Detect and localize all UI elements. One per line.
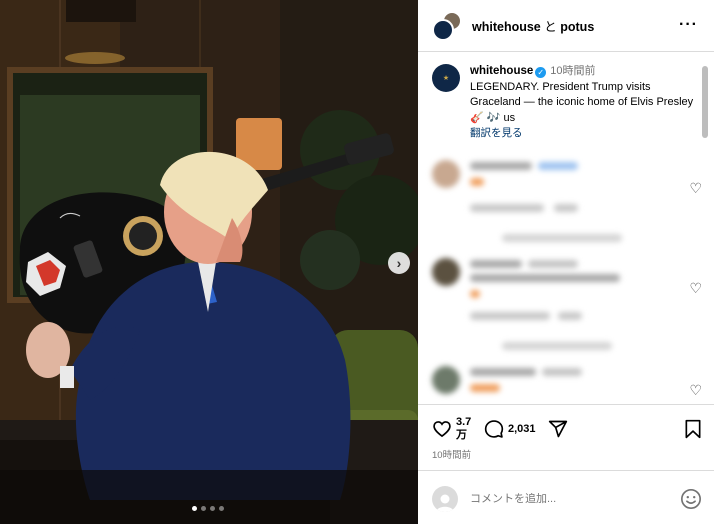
- like-count-unit: 万: [456, 429, 467, 441]
- post-caption: ★ whitehouse ✓ 10時間前 LEGENDARY. President …: [432, 64, 702, 142]
- divider: [418, 404, 714, 405]
- commenter-avatar: [432, 366, 460, 394]
- list-item: ♡: [432, 156, 702, 246]
- bookmark-action: [684, 419, 702, 444]
- divider: [418, 470, 714, 471]
- caption-time: 10時間前: [550, 65, 596, 77]
- post-photo[interactable]: ›: [0, 0, 418, 524]
- comment-like-icon[interactable]: ♡: [689, 180, 702, 197]
- carousel-dot: [219, 506, 224, 511]
- carousel-dots: [192, 506, 224, 511]
- comment-count[interactable]: 2,031: [508, 423, 536, 435]
- caption-body: whitehouse ✓ 10時間前 LEGENDARY. President Tr…: [470, 64, 702, 142]
- comments-list: ♡ ♡ ♡: [418, 150, 714, 402]
- add-comment-bar: [432, 484, 702, 514]
- default-avatar-icon: [436, 494, 454, 512]
- carousel-dot-active: [192, 506, 197, 511]
- comment-action: 2,031: [484, 419, 536, 439]
- commenter-avatar: [432, 160, 460, 188]
- caption-avatar[interactable]: ★: [432, 64, 460, 92]
- header-user-1[interactable]: whitehouse: [472, 20, 541, 34]
- comment-like-icon[interactable]: ♡: [689, 280, 702, 297]
- comments-scrollbar[interactable]: [702, 66, 708, 138]
- carousel-dot: [201, 506, 206, 511]
- header-user-2[interactable]: potus: [560, 20, 594, 34]
- next-image-button[interactable]: ›: [388, 252, 410, 274]
- comment-input[interactable]: [470, 493, 660, 505]
- carousel-dot: [210, 506, 215, 511]
- bookmark-icon[interactable]: [684, 419, 702, 439]
- like-count-value: 3.7: [456, 416, 472, 428]
- comment-like-icon[interactable]: ♡: [689, 382, 702, 399]
- post-side-panel: whitehouse と potus ··· ★ whitehouse ✓ 10時間…: [418, 0, 714, 524]
- heart-icon[interactable]: [432, 419, 452, 439]
- post-header: whitehouse と potus ···: [418, 0, 714, 52]
- share-action: [548, 419, 572, 439]
- photo-illustration: [0, 0, 418, 524]
- comment-icon[interactable]: [484, 419, 504, 439]
- caption-text: LEGENDARY. President Trump visits Gracel…: [470, 80, 694, 124]
- more-options-icon[interactable]: ···: [679, 16, 698, 34]
- header-usernames: whitehouse と potus: [472, 16, 594, 35]
- like-action: 3.7 万: [432, 416, 472, 442]
- commenter-avatar: [432, 258, 460, 286]
- avatar-whitehouse[interactable]: [432, 18, 454, 41]
- caption-username[interactable]: whitehouse: [470, 65, 533, 77]
- emoji-button[interactable]: [680, 488, 702, 515]
- translate-link[interactable]: 翻訳を見る: [470, 127, 523, 139]
- header-connector: と: [544, 20, 557, 34]
- emoji-icon: [681, 489, 701, 509]
- list-item: ♡: [432, 254, 702, 350]
- collab-avatars[interactable]: [432, 10, 462, 41]
- like-count[interactable]: 3.7 万: [456, 416, 472, 442]
- post-viewer: › whitehouse と potus ··· ★ whitehouse✓: [0, 0, 714, 524]
- post-timestamp: 10時間前: [432, 450, 472, 461]
- share-icon[interactable]: [548, 419, 568, 439]
- current-user-avatar: [432, 486, 458, 512]
- list-item: ♡: [432, 362, 702, 402]
- post-actions: 3.7 万 2,031: [432, 414, 702, 444]
- verified-badge-icon: ✓: [535, 67, 547, 78]
